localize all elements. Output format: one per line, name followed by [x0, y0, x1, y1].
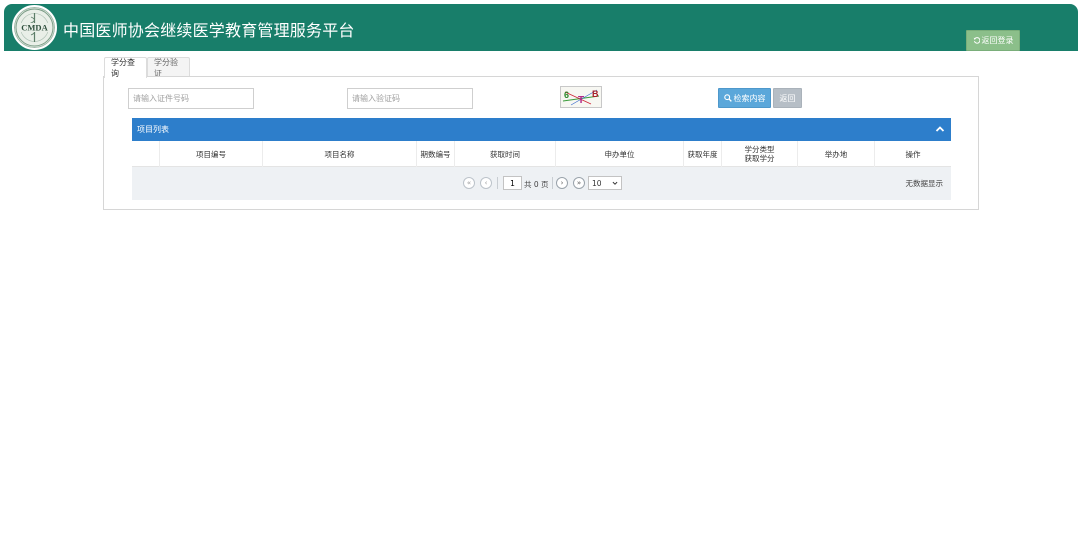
cmda-logo: CMDA [12, 5, 57, 50]
column-header-label: 项目编号 [196, 149, 226, 159]
return-button-label: 返回 [779, 93, 796, 103]
captcha-image[interactable]: 6 T B [560, 86, 602, 108]
column-header-year[interactable]: 获取年度 [684, 141, 722, 167]
project-list-header: 项目列表 [132, 118, 951, 141]
search-icon [723, 94, 732, 102]
chevron-down-icon [612, 181, 618, 185]
app-title: 中国医师协会继续医学教育管理服务平台 [63, 21, 355, 40]
pager-divider [552, 177, 553, 189]
search-button-label: 检索内容 [733, 93, 766, 103]
undo-icon [973, 37, 980, 44]
column-header-project-id[interactable]: 项目编号 [160, 141, 263, 167]
total-pages-text: 共 0 页 [524, 180, 549, 189]
svg-text:T: T [578, 95, 584, 106]
id-number-input[interactable] [128, 88, 254, 109]
tab-credit-query-label: 学分查询 [111, 58, 135, 78]
search-button[interactable]: 检索内容 [718, 88, 771, 108]
app-header: CMDA 中国医师协会继续医学教育管理服务平台 返回登录 [4, 4, 1078, 51]
column-header-credit-type[interactable]: 学分类型 获取学分 [722, 141, 798, 167]
column-header-venue[interactable]: 举办地 [798, 141, 875, 167]
column-header-checkbox [132, 141, 160, 167]
svg-text:6: 6 [564, 90, 569, 100]
captcha-input[interactable] [347, 88, 473, 109]
column-header-project-name[interactable]: 项目名称 [263, 141, 417, 167]
column-header-label: 期数编号 [420, 149, 451, 159]
chevron-up-icon[interactable] [935, 124, 945, 134]
pager-divider [497, 177, 498, 189]
column-header-host-unit[interactable]: 申办单位 [556, 141, 684, 167]
column-header-actions: 操作 [875, 141, 951, 167]
back-to-login-label: 返回登录 [981, 36, 1014, 45]
back-to-login-button[interactable]: 返回登录 [966, 30, 1020, 51]
column-header-label: 项目名称 [324, 149, 355, 159]
tab-credit-query[interactable]: 学分查询 [104, 57, 147, 78]
return-button[interactable]: 返回 [773, 88, 802, 108]
column-header-obtain-time[interactable]: 获取时间 [455, 141, 556, 167]
page-root: CMDA 中国医师协会继续医学教育管理服务平台 返回登录 学分查询 学分验证 6 [0, 0, 1080, 548]
page-size-select[interactable]: 10 [588, 176, 622, 190]
column-header-label: 获取年度 [687, 149, 718, 159]
tab-credit-verify[interactable]: 学分验证 [147, 57, 190, 78]
no-data-text: 无数据显示 [905, 179, 944, 188]
column-header-label: 获取时间 [490, 149, 520, 159]
logo-text: CMDA [21, 23, 48, 33]
column-header-label: 举办地 [824, 149, 848, 159]
project-list-title: 项目列表 [137, 125, 169, 134]
column-header-label: 申办单位 [604, 149, 635, 159]
current-page-input[interactable] [503, 176, 522, 190]
column-header-label: 操作 [905, 149, 921, 159]
first-page-icon[interactable]: « [463, 177, 475, 189]
column-header-session-id[interactable]: 期数编号 [417, 141, 455, 167]
column-header-sublabel: 获取学分 [744, 154, 775, 163]
last-page-icon[interactable]: » [573, 177, 585, 189]
query-panel: 6 T B 检索内容 返回 项目列表 [103, 76, 979, 210]
pagination-bar: « ‹ 共 0 页 › » 10 无数据显示 [132, 167, 951, 200]
project-table: 项目编号 项目名称 期数编号 获取时间 申办单位 获取年度 学分类型 获取学分 [132, 141, 951, 167]
page-size-value: 10 [592, 178, 602, 188]
next-page-icon[interactable]: › [556, 177, 568, 189]
svg-text:B: B [592, 89, 599, 99]
prev-page-icon[interactable]: ‹ [480, 177, 492, 189]
column-header-label: 学分类型 [744, 145, 775, 154]
